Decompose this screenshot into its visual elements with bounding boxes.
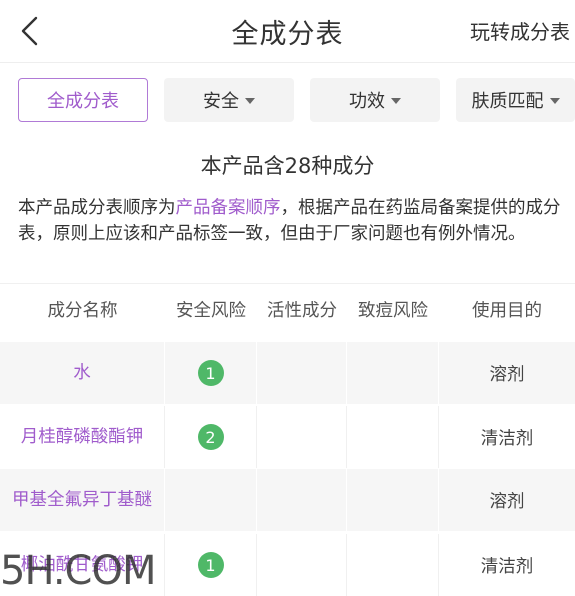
table-row[interactable]: 水 1 溶剂 (0, 342, 575, 404)
col-header-acne-risk: 致痘风险 (358, 301, 428, 321)
usage-purpose: 溶剂 (489, 364, 525, 385)
desc-prefix: 本产品成分表顺序为 (18, 198, 176, 218)
active-cell (257, 342, 347, 404)
guide-link[interactable]: 玩转成分表 (470, 16, 575, 45)
nav-bar: 全成分表 玩转成分表 (0, 0, 575, 63)
caret-down-icon (549, 98, 560, 104)
filter-bar: 全成分表 安全 功效 肤质匹配 (0, 62, 575, 136)
filter-label: 全成分表 (47, 91, 119, 112)
acne-cell (347, 534, 439, 596)
table-header: 成分名称 安全风险 活性成分 致痘风险 使用目的 (0, 283, 575, 334)
filter-skin-match[interactable]: 肤质匹配 (456, 78, 575, 122)
ingredient-name[interactable]: 水 (73, 362, 91, 384)
filter-all-ingredients[interactable]: 全成分表 (18, 78, 148, 122)
usage-purpose: 溶剂 (489, 491, 525, 512)
filter-label: 肤质匹配 (471, 91, 544, 112)
safety-risk-badge: 2 (197, 424, 224, 450)
col-header-name: 成分名称 (47, 301, 118, 321)
filter-label: 安全 (203, 91, 239, 112)
acne-cell (347, 406, 439, 468)
table-row[interactable]: 甲基全氟异丁基醚 溶剂 (0, 469, 575, 531)
active-cell (257, 469, 347, 531)
safety-risk-badge: 1 (197, 360, 224, 386)
col-header-purpose: 使用目的 (472, 301, 542, 321)
safety-risk-badge: 1 (197, 552, 224, 578)
caret-down-icon (391, 98, 401, 104)
watermark: 5H.COM (0, 548, 156, 594)
ingredient-count-heading: 本产品含28种成分 (200, 154, 375, 178)
active-cell (257, 534, 347, 596)
table-row[interactable]: 月桂醇磷酸酯钾 2 清洁剂 (0, 406, 575, 468)
col-header-active: 活性成分 (267, 301, 337, 321)
filter-label: 功效 (349, 91, 385, 112)
col-header-safety-risk: 安全风险 (176, 301, 246, 321)
acne-cell (347, 342, 439, 404)
order-description: 本产品成分表顺序为产品备案顺序，根据产品在药监局备案提供的成分表，原则上应该和产… (18, 195, 566, 247)
ingredient-name[interactable]: 月桂醇磷酸酯钾 (21, 426, 144, 448)
usage-purpose: 清洁剂 (480, 556, 534, 577)
filing-order-link[interactable]: 产品备案顺序 (176, 198, 281, 218)
ingredient-name[interactable]: 甲基全氟异丁基醚 (7, 489, 157, 511)
active-cell (257, 406, 347, 468)
acne-cell (347, 469, 439, 531)
safety-risk-cell (165, 469, 257, 531)
caret-down-icon (245, 98, 255, 104)
filter-efficacy[interactable]: 功效 (310, 78, 440, 122)
usage-purpose: 清洁剂 (480, 428, 534, 449)
filter-safety[interactable]: 安全 (164, 78, 294, 122)
